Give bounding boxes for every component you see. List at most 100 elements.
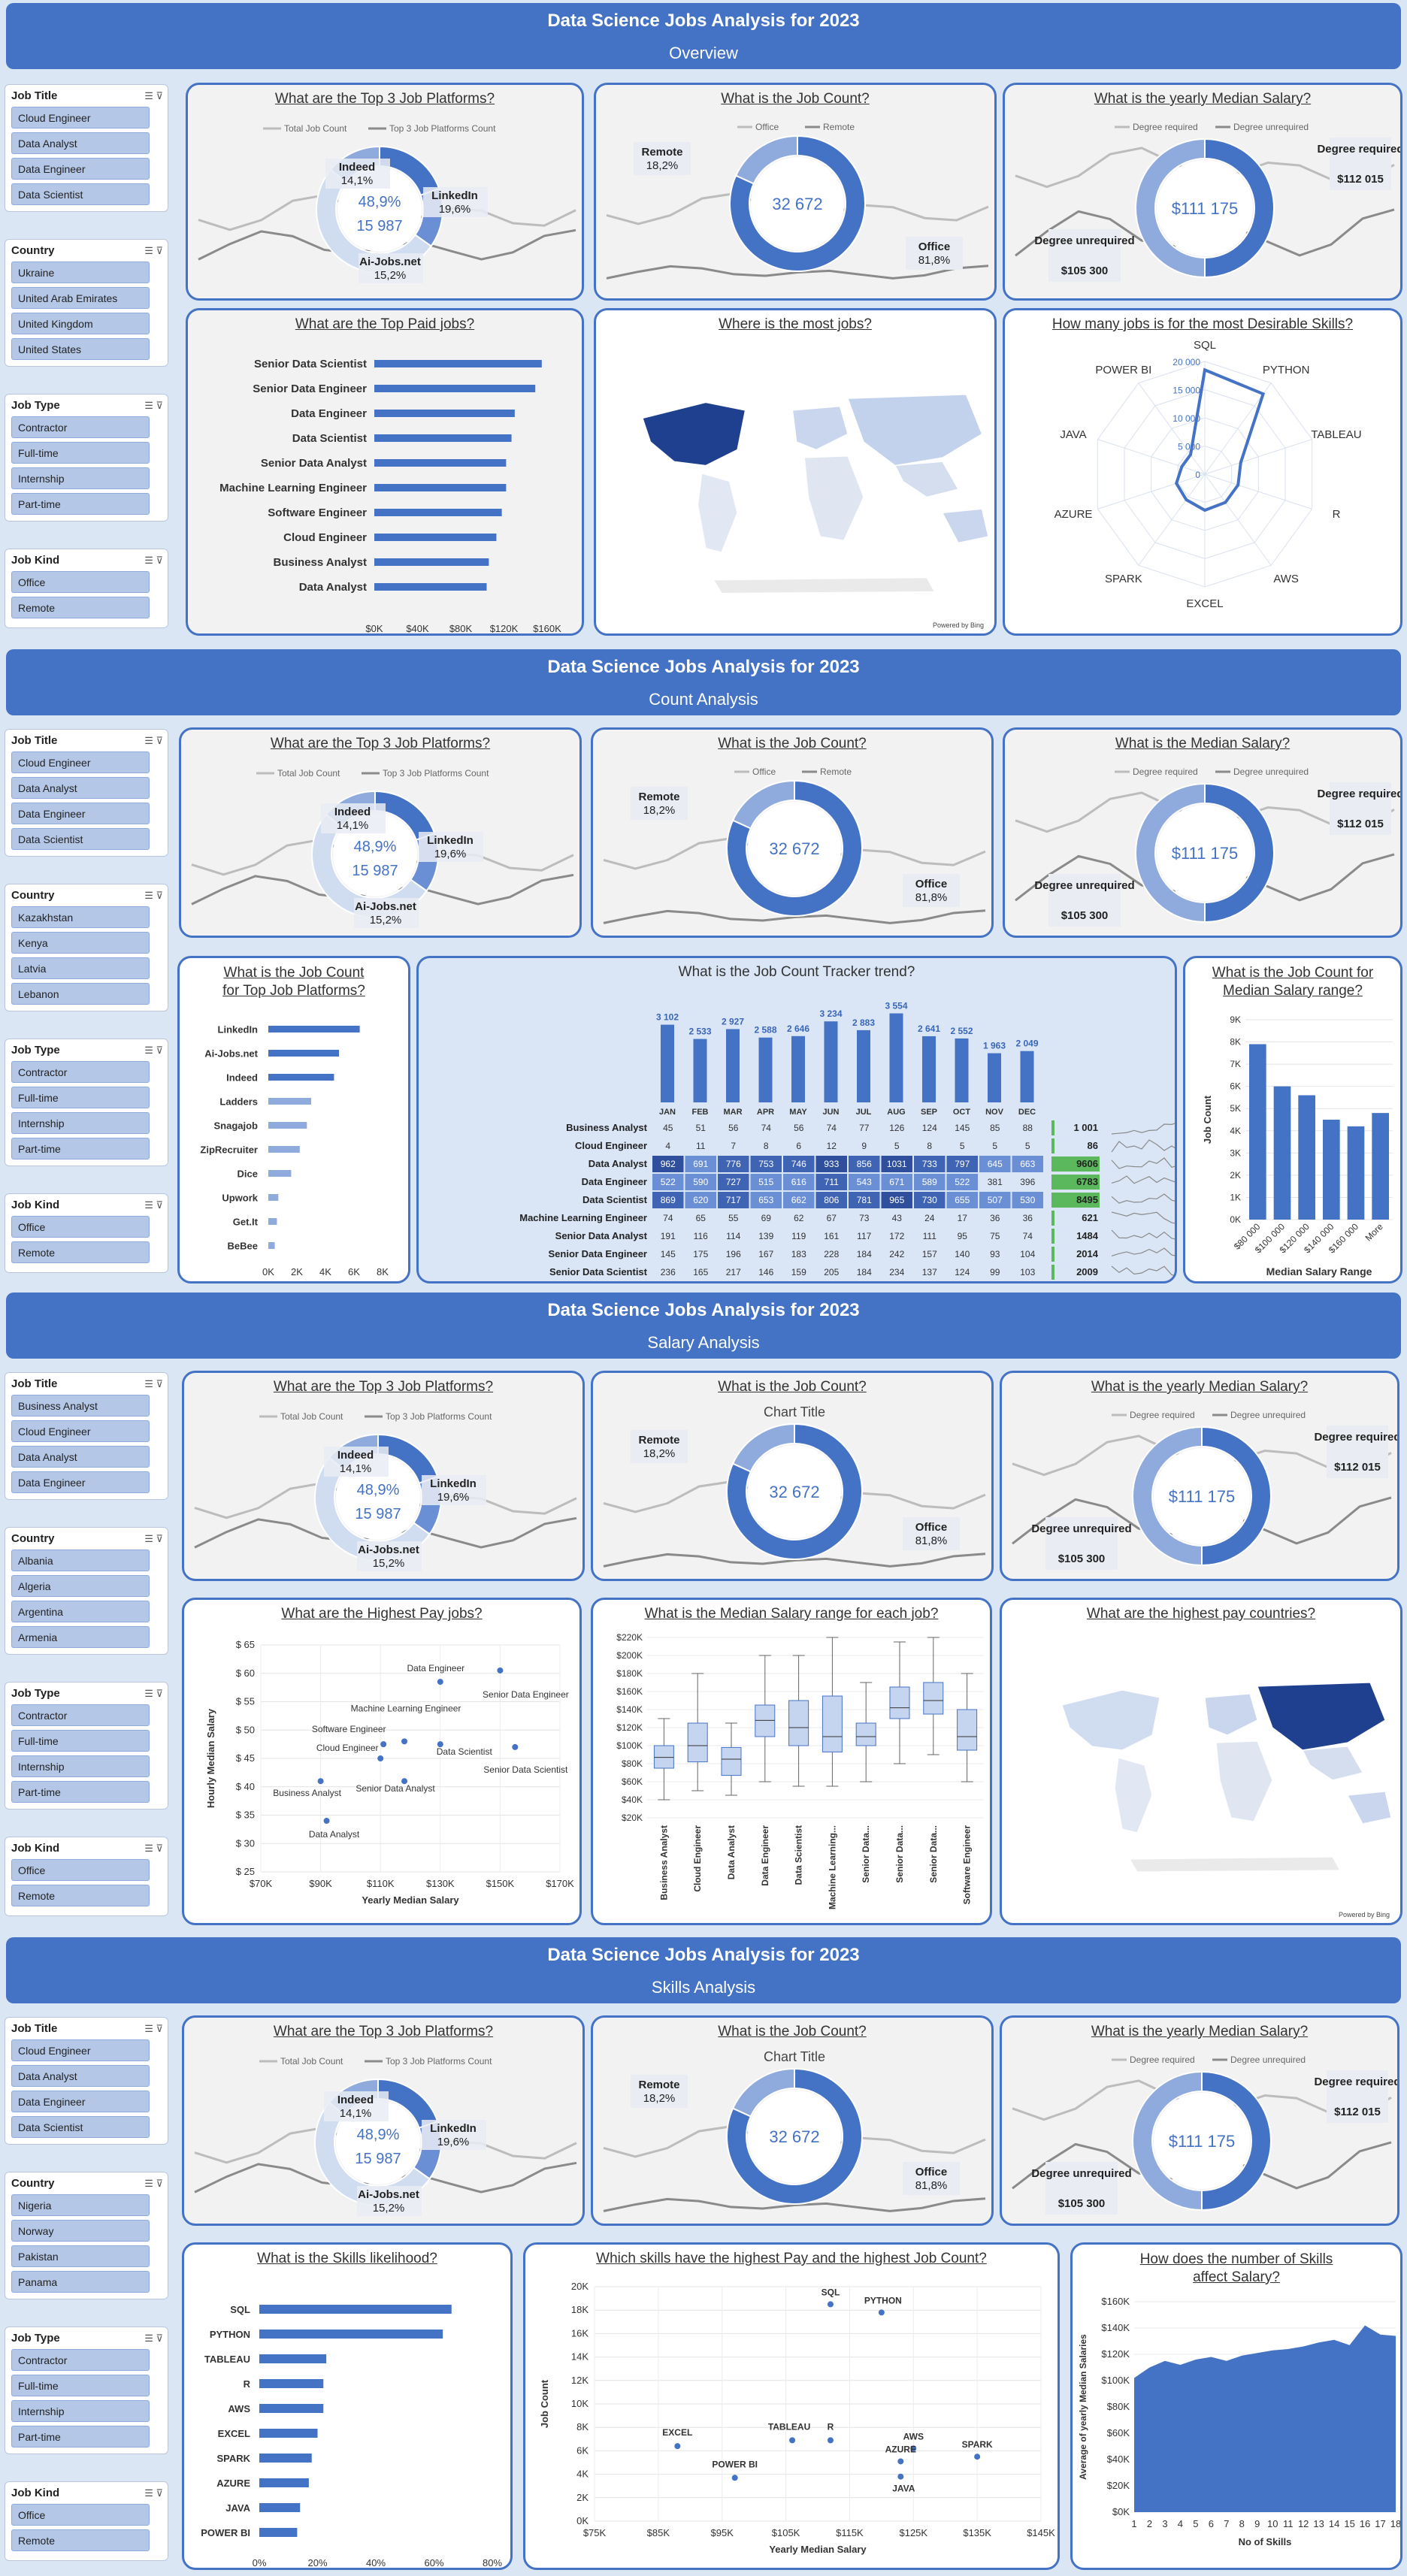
slicer-item[interactable]: Pakistan <box>11 2245 150 2267</box>
filter-icon[interactable]: ☰ ⊽ <box>144 2178 163 2190</box>
filter-icon[interactable]: ☰ ⊽ <box>144 1199 163 1211</box>
country-region[interactable] <box>1204 1693 1258 1736</box>
slicer-item[interactable]: Remote <box>11 597 150 618</box>
filter-icon[interactable]: ☰ ⊽ <box>144 2023 163 2035</box>
slicer-item[interactable]: Remote <box>11 1241 150 1263</box>
slicer-item[interactable]: Office <box>11 571 150 593</box>
filter-icon[interactable]: ☰ ⊽ <box>144 1843 163 1855</box>
slicer-item[interactable]: Part-time <box>11 1781 150 1803</box>
country-region[interactable] <box>791 406 849 451</box>
filter-icon[interactable]: ☰ ⊽ <box>144 735 163 747</box>
filter-icon[interactable]: ☰ ⊽ <box>144 555 163 567</box>
slicer-item[interactable]: Full-time <box>11 1730 150 1752</box>
country-region[interactable] <box>1128 1856 1342 1873</box>
country-region[interactable] <box>1114 1757 1153 1834</box>
slicer-item[interactable]: Internship <box>11 2400 150 2422</box>
slicer-item[interactable]: Data Engineer <box>11 2091 150 2112</box>
filter-icon[interactable]: ☰ ⊽ <box>144 2487 163 2499</box>
panel-title: Where is the most jobs? <box>719 316 872 332</box>
month-label: SEP <box>921 1108 937 1117</box>
slicer-item[interactable]: Internship <box>11 1112 150 1134</box>
country-region[interactable] <box>642 401 746 467</box>
slicer-label: Country <box>11 244 55 257</box>
slicer-item[interactable]: Algeria <box>11 1575 150 1597</box>
slicer-item[interactable]: Data Analyst <box>11 2065 150 2087</box>
slicer-item[interactable]: Cloud Engineer <box>11 2039 150 2061</box>
country-region[interactable] <box>803 455 864 541</box>
filter-icon[interactable]: ☰ ⊽ <box>144 245 163 257</box>
world-map[interactable] <box>1002 1600 1402 1925</box>
slicer-item[interactable]: Part-time <box>11 493 150 515</box>
world-map[interactable] <box>596 310 997 636</box>
slicer-item[interactable]: Panama <box>11 2271 150 2293</box>
slicer-item[interactable]: Albania <box>11 1550 150 1571</box>
filter-icon[interactable]: ☰ ⊽ <box>144 1378 163 1390</box>
slicer-item[interactable]: Cloud Engineer <box>11 751 150 773</box>
bar <box>259 2478 309 2487</box>
slicer-item[interactable]: United States <box>11 338 150 360</box>
slicer-item[interactable]: Contractor <box>11 416 150 438</box>
x-tick-label: Data Engineer <box>760 1825 770 1886</box>
slicer-item[interactable]: Data Analyst <box>11 132 150 154</box>
country-region[interactable] <box>1257 1682 1386 1751</box>
country-region[interactable] <box>1302 1746 1363 1781</box>
skills-scatter-chart: 0K 2K 4K 6K 8K 10K 12K 14K 16K 18K 20K $75K $85K $95K… <box>539 2281 1055 2555</box>
slicer-item[interactable]: Remote <box>11 2529 150 2551</box>
filter-icon[interactable]: ☰ ⊽ <box>144 1533 163 1545</box>
slicer-item[interactable]: Nigeria <box>11 2194 150 2216</box>
country-region[interactable] <box>1215 1740 1273 1822</box>
slicer-item[interactable]: Cloud Engineer <box>11 1420 150 1442</box>
slicer-item[interactable]: Data Engineer <box>11 803 150 824</box>
slicer-item[interactable]: Lebanon <box>11 983 150 1005</box>
slicer-item[interactable]: Office <box>11 1216 150 1238</box>
slicer-item[interactable]: Internship <box>11 467 150 489</box>
slicer-label: Job Title <box>11 734 58 747</box>
slicer-item[interactable]: Part-time <box>11 1138 150 1160</box>
slicer-item[interactable]: Full-time <box>11 2375 150 2396</box>
filter-icon[interactable]: ☰ ⊽ <box>144 1045 163 1057</box>
slicer-item[interactable]: Argentina <box>11 1601 150 1622</box>
slicer-item[interactable]: Contractor <box>11 1061 150 1083</box>
country-region[interactable] <box>894 461 959 498</box>
slicer-item[interactable]: Norway <box>11 2220 150 2242</box>
country-region[interactable] <box>713 576 936 594</box>
country-region[interactable] <box>1061 1689 1160 1751</box>
filter-icon[interactable]: ☰ ⊽ <box>144 90 163 102</box>
filter-icon[interactable]: ☰ ⊽ <box>144 2333 163 2345</box>
slicer-item[interactable]: Data Scientist <box>11 828 150 850</box>
slicer-item[interactable]: Part-time <box>11 2426 150 2448</box>
slicer-item[interactable]: Data Analyst <box>11 1446 150 1468</box>
slicer-item[interactable]: Business Analyst <box>11 1395 150 1416</box>
slicer-item[interactable]: Armenia <box>11 1626 150 1648</box>
filter-icon[interactable]: ☰ ⊽ <box>144 400 163 412</box>
slicer-item[interactable]: Internship <box>11 1755 150 1777</box>
slicer-item[interactable]: Ukraine <box>11 262 150 283</box>
slicer-item[interactable]: Cloud Engineer <box>11 107 150 128</box>
platform-label: Ai-Jobs.net <box>355 900 416 913</box>
country-region[interactable] <box>847 394 983 467</box>
slicer-item[interactable]: Kenya <box>11 932 150 954</box>
y-tick-label: 6K <box>576 2444 589 2456</box>
filter-icon[interactable]: ☰ ⊽ <box>144 890 163 902</box>
slicer-item[interactable]: Contractor <box>11 2349 150 2371</box>
slicer-item[interactable]: Data Scientist <box>11 183 150 205</box>
slicer-item[interactable]: Office <box>11 2504 150 2526</box>
slicer-item[interactable]: Data Engineer <box>11 1471 150 1493</box>
slicer-item[interactable]: Office <box>11 1859 150 1881</box>
slicer-item[interactable]: Full-time <box>11 1087 150 1108</box>
slicer-item[interactable]: Latvia <box>11 957 150 979</box>
slicer-item[interactable]: Kazakhstan <box>11 906 150 928</box>
bar <box>374 534 497 541</box>
slicer-item[interactable]: Full-time <box>11 442 150 464</box>
slicer-item[interactable]: United Kingdom <box>11 313 150 334</box>
slicer-item[interactable]: United Arab Emirates <box>11 287 150 309</box>
slicer-item[interactable]: Data Analyst <box>11 777 150 799</box>
country-region[interactable] <box>1347 1791 1392 1825</box>
filter-icon[interactable]: ☰ ⊽ <box>144 1688 163 1700</box>
slicer-item[interactable]: Contractor <box>11 1704 150 1726</box>
slicer-item[interactable]: Data Scientist <box>11 2116 150 2138</box>
country-region[interactable] <box>697 473 738 553</box>
country-region[interactable] <box>942 508 989 544</box>
slicer-item[interactable]: Remote <box>11 1885 150 1906</box>
slicer-item[interactable]: Data Engineer <box>11 158 150 180</box>
